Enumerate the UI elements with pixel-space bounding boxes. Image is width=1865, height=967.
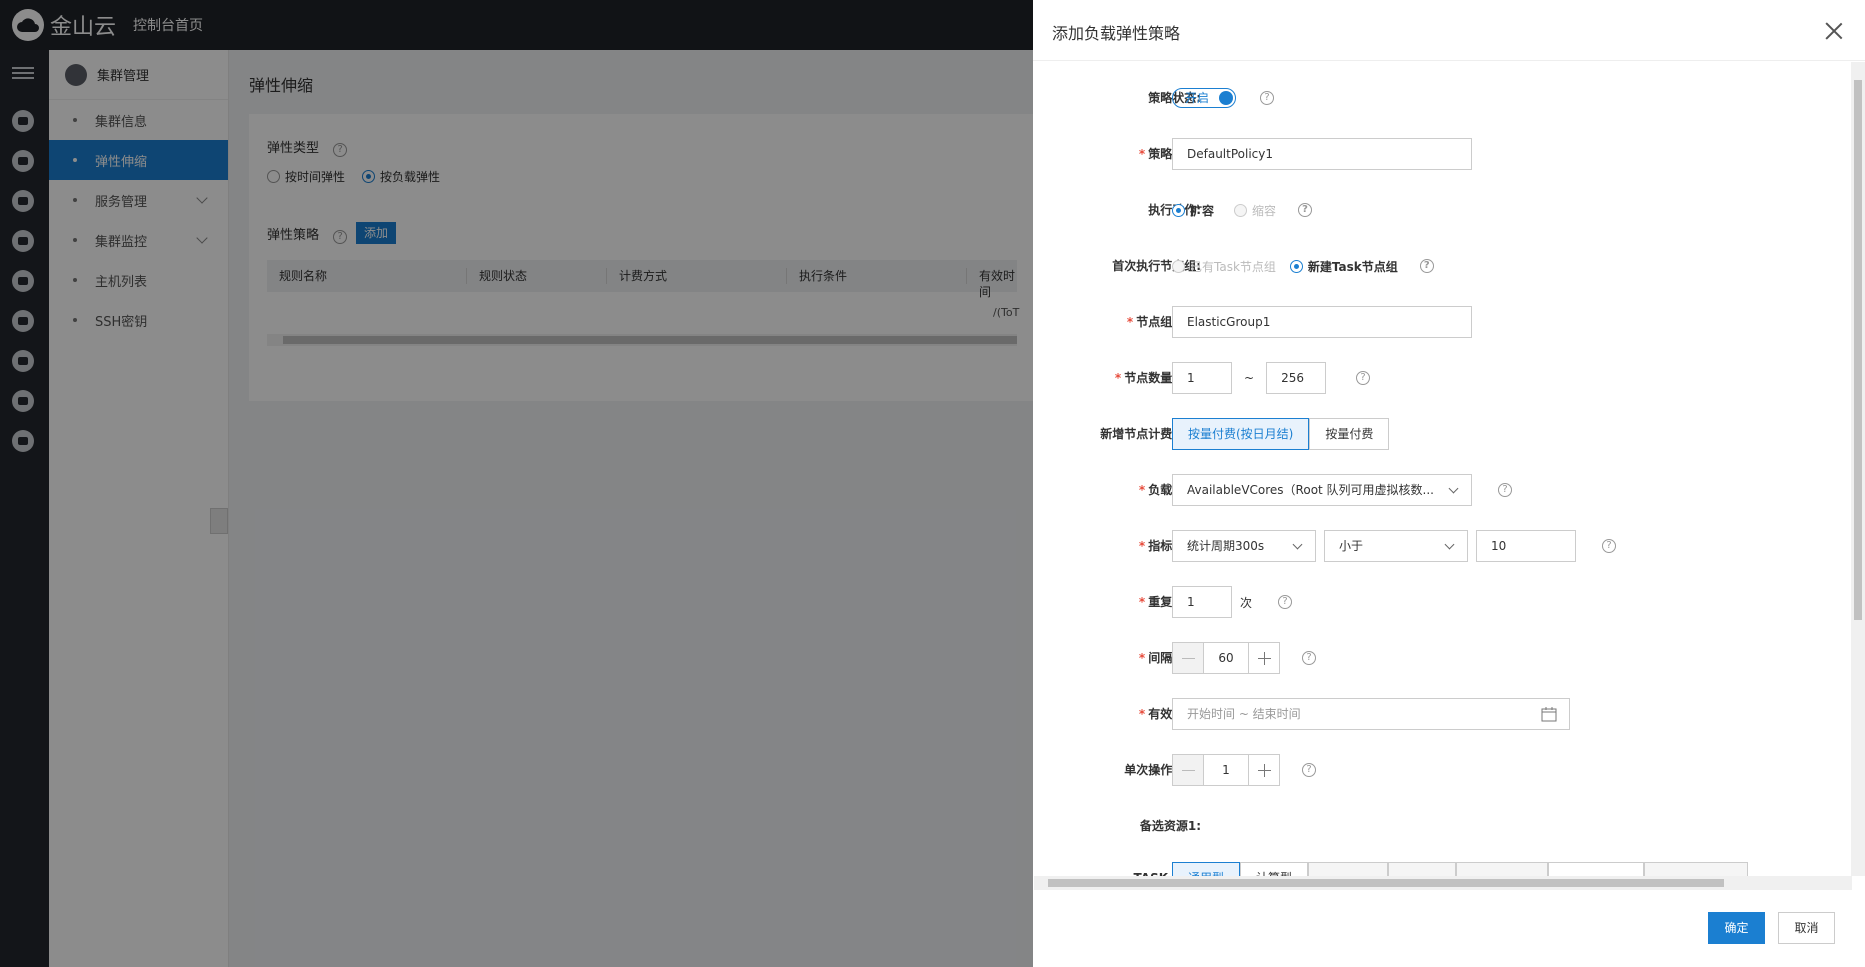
per-op-stepper: 1 xyxy=(1172,754,1280,786)
billing-option-pay-as-you-go[interactable]: 按量付费 xyxy=(1309,418,1390,450)
drawer-title: 添加负载弹性策略 xyxy=(1052,24,1181,43)
option-label: 新建Task节点组 xyxy=(1307,259,1398,274)
form-row-action: 执行动作: 扩容 缩容 ? xyxy=(1033,194,1833,226)
form-row-node-range: * 节点数量范围: 1 ~ 256 ? xyxy=(1033,362,1833,394)
form-row-task-type: TASK 类型: 通用型 计算型 xyxy=(1033,862,1833,876)
period-select[interactable]: 统计周期300s xyxy=(1172,530,1316,562)
option-label: 扩容 xyxy=(1190,203,1215,218)
divider xyxy=(1033,60,1865,61)
confirm-button[interactable]: 确定 xyxy=(1708,912,1765,944)
increment-button[interactable] xyxy=(1248,754,1280,786)
threshold-value-input[interactable]: 10 xyxy=(1476,530,1576,562)
form-horizontal-scrollbar[interactable] xyxy=(1034,876,1852,890)
help-icon[interactable]: ? xyxy=(1419,259,1434,273)
help-icon[interactable]: ? xyxy=(1498,483,1512,497)
form-row-interval: *间隔时间: 60 ? xyxy=(1033,642,1833,674)
help-icon[interactable]: ? xyxy=(1298,203,1313,217)
status-toggle[interactable]: 开启 xyxy=(1172,88,1236,108)
help-icon[interactable]: ? xyxy=(1278,595,1293,609)
close-icon[interactable] xyxy=(1823,20,1845,42)
help-icon[interactable]: ? xyxy=(1302,763,1316,777)
billing-option-daily-monthly[interactable]: 按量付费(按日月结) xyxy=(1172,418,1310,450)
help-icon[interactable]: ? xyxy=(1602,539,1616,553)
interval-stepper: 60 xyxy=(1172,642,1280,674)
task-type-option[interactable] xyxy=(1456,862,1548,876)
placeholder-text: 开始时间 ~ 结束时间 xyxy=(1187,707,1301,721)
decrement-button[interactable] xyxy=(1172,642,1204,674)
task-type-option[interactable] xyxy=(1308,862,1388,876)
form-row-threshold: *指标阈值: 统计周期300s 小于 10 ? xyxy=(1033,530,1833,562)
form-row-valid-time: *有效时间: 开始时间 ~ 结束时间 xyxy=(1033,698,1833,730)
radio-icon xyxy=(1234,203,1248,217)
form-row-status: 策略状态: 开启 ? xyxy=(1033,82,1833,114)
form-row-per-op: 单次操作台数: 1 ? xyxy=(1033,754,1833,786)
range-separator: ~ xyxy=(1244,371,1255,385)
node-max-input[interactable]: 256 xyxy=(1266,362,1327,394)
valid-time-range-picker[interactable]: 开始时间 ~ 结束时间 xyxy=(1172,698,1570,730)
per-op-value[interactable]: 1 xyxy=(1204,754,1248,786)
task-type-option[interactable]: 计算型 xyxy=(1240,862,1308,876)
form-row-backup: 备选资源1: xyxy=(1033,810,1833,842)
calendar-icon xyxy=(1541,707,1557,722)
help-icon[interactable]: ? xyxy=(1302,651,1316,665)
option-label: 缩容 xyxy=(1252,203,1277,218)
form-row-group-alias: * 节点组别名: ElasticGroup1 xyxy=(1033,306,1833,338)
form-row-name: *策略名称: DefaultPolicy1 xyxy=(1033,138,1833,170)
form-row-first-group: 首次执行节点组: 已有Task节点组 新建Task节点组 ? xyxy=(1033,250,1833,282)
add-load-policy-drawer: 添加负载弹性策略 策略状态: 开启 ? *策略名称: DefaultPolicy… xyxy=(1033,0,1865,967)
decrement-button[interactable] xyxy=(1172,754,1204,786)
radio-icon xyxy=(1172,259,1185,273)
option-label: 已有Task节点组 xyxy=(1190,259,1276,274)
repeat-unit: 次 xyxy=(1240,595,1253,610)
cancel-button[interactable]: 取消 xyxy=(1778,912,1835,944)
node-min-input[interactable]: 1 xyxy=(1172,362,1232,394)
task-type-option[interactable] xyxy=(1388,862,1456,876)
increment-button[interactable] xyxy=(1248,642,1280,674)
form-row-repeat: *重复次数: 1 次 ? xyxy=(1033,586,1833,618)
radio-checked-icon xyxy=(1289,259,1303,273)
task-type-option[interactable] xyxy=(1548,862,1644,876)
radio-checked-icon xyxy=(1172,203,1185,217)
form-row-metric: *负载指标: AvailableVCores（Root 队列可用虚拟核数... … xyxy=(1033,474,1833,506)
billing-segmented: 按量付费(按日月结) 按量付费 xyxy=(1172,418,1390,450)
group-alias-input[interactable]: ElasticGroup1 xyxy=(1172,306,1472,338)
compare-select[interactable]: 小于 xyxy=(1324,530,1468,562)
group-option-existing[interactable]: 已有Task节点组 xyxy=(1172,258,1276,275)
help-icon[interactable]: ? xyxy=(1260,91,1274,105)
help-icon[interactable]: ? xyxy=(1356,371,1371,385)
policy-form: 策略状态: 开启 ? *策略名称: DefaultPolicy1 执行动作: 扩… xyxy=(1033,62,1851,876)
group-option-new[interactable]: 新建Task节点组 xyxy=(1289,258,1398,275)
interval-value[interactable]: 60 xyxy=(1204,642,1248,674)
action-option-shrink[interactable]: 缩容 xyxy=(1234,202,1276,219)
toggle-label: 开启 xyxy=(1185,91,1210,105)
task-type-option[interactable] xyxy=(1644,862,1748,876)
policy-name-input[interactable]: DefaultPolicy1 xyxy=(1172,138,1472,170)
drawer-footer: 确定 取消 xyxy=(1033,890,1865,967)
metric-select[interactable]: AvailableVCores（Root 队列可用虚拟核数... xyxy=(1172,474,1472,506)
form-row-billing: 新增节点计费方式: 按量付费(按日月结) 按量付费 xyxy=(1033,418,1833,450)
action-option-expand[interactable]: 扩容 xyxy=(1172,202,1214,219)
task-type-segmented: 通用型 计算型 xyxy=(1172,862,1748,876)
task-type-option[interactable]: 通用型 xyxy=(1172,862,1240,876)
repeat-count-input[interactable]: 1 xyxy=(1172,586,1232,618)
form-vertical-scrollbar[interactable] xyxy=(1851,62,1865,876)
field-label: 备选资源1: xyxy=(1139,819,1201,833)
